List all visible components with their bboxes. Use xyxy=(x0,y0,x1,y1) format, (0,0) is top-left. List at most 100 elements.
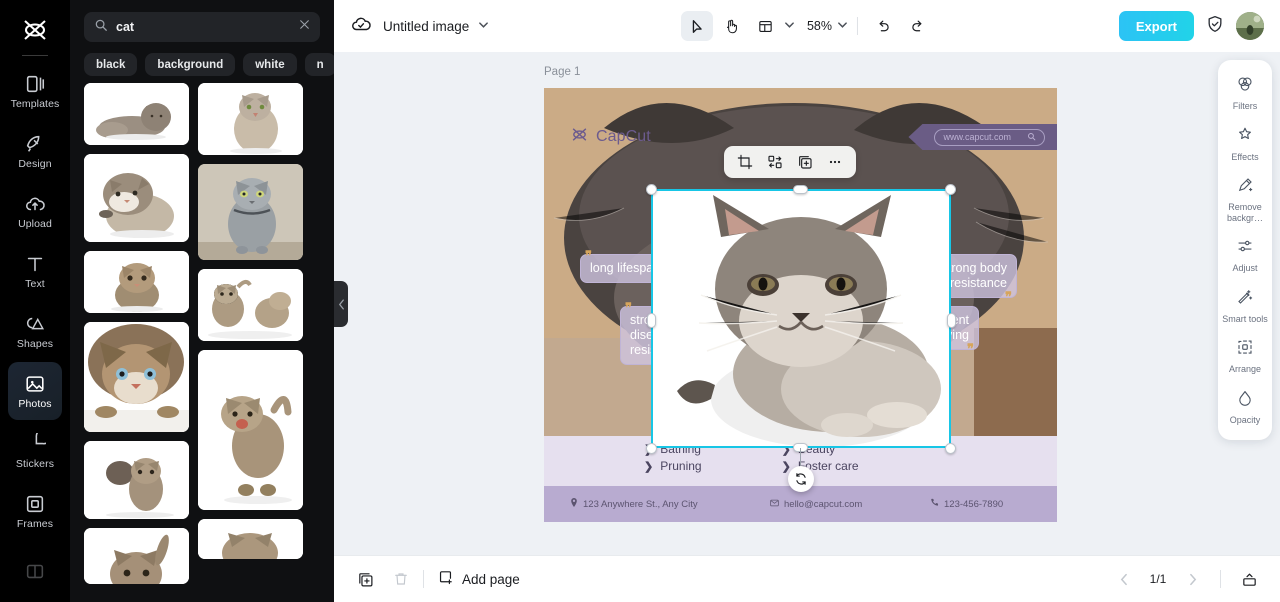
tool-opacity[interactable]: Opacity xyxy=(1218,382,1272,433)
rotate-handle[interactable] xyxy=(788,466,814,492)
document-title[interactable]: Untitled image xyxy=(383,19,469,34)
feature-item: ❯ Pruning xyxy=(644,459,702,473)
photo-thumbnail[interactable] xyxy=(84,83,189,145)
tool-smart-tools[interactable]: Smart tools xyxy=(1218,281,1272,332)
crop-button[interactable] xyxy=(732,149,758,175)
tagline-text: strong body resistance xyxy=(941,261,1007,290)
sidebar-item-label: Templates xyxy=(10,97,60,110)
sidebar-item-stickers[interactable]: Stickers xyxy=(8,422,62,480)
photo-thumbnail[interactable] xyxy=(198,269,303,341)
export-button[interactable]: Export xyxy=(1118,11,1194,41)
layout-chevron-down-icon[interactable] xyxy=(784,17,795,35)
resize-handle-middle-left[interactable] xyxy=(647,313,656,328)
redo-button[interactable] xyxy=(901,11,933,41)
page-label: Page 1 xyxy=(544,66,581,78)
cloud-saved-icon[interactable] xyxy=(350,13,372,40)
chevron-down-icon[interactable] xyxy=(478,17,489,35)
artboard-brand: CapCut xyxy=(570,126,651,148)
tool-label: Arrange xyxy=(1228,364,1262,374)
phone-icon xyxy=(930,498,939,510)
footer-address-text: 123 Anywhere St., Any City xyxy=(583,498,698,510)
duplicate-page-button[interactable] xyxy=(350,564,380,594)
canvas-stage[interactable]: Page 1 CapCut www.capcut.com ❞ long life… xyxy=(334,52,1280,555)
sidebar-item-photos[interactable]: Photos xyxy=(8,362,62,420)
layout-tool-button[interactable] xyxy=(749,11,781,41)
next-page-button[interactable] xyxy=(1177,564,1207,594)
tool-effects[interactable]: Effects xyxy=(1218,119,1272,170)
sidebar-item-frames[interactable]: Frames xyxy=(8,482,62,540)
page-navigation: 1/1 xyxy=(1109,564,1264,594)
panel-collapse-handle[interactable] xyxy=(334,281,348,327)
delete-page-button[interactable] xyxy=(386,564,416,594)
photo-thumbnail[interactable] xyxy=(84,154,189,242)
capcut-logo-icon[interactable] xyxy=(12,8,58,52)
prev-page-button[interactable] xyxy=(1109,564,1139,594)
resize-handle-top-left[interactable] xyxy=(646,184,657,195)
bottom-bar: Add page 1/1 xyxy=(334,555,1280,602)
tool-label: Adjust xyxy=(1232,263,1258,273)
search-box[interactable] xyxy=(84,12,320,42)
present-button[interactable] xyxy=(1234,564,1264,594)
zoom-chevron-down-icon[interactable] xyxy=(837,17,848,35)
sidebar-item-design[interactable]: Design xyxy=(8,122,62,180)
chip-black[interactable]: black xyxy=(84,53,138,76)
tool-adjust[interactable]: Adjust xyxy=(1218,230,1272,281)
zoom-level[interactable]: 58% xyxy=(800,19,835,33)
search-input[interactable] xyxy=(116,20,290,34)
more-options-button[interactable] xyxy=(822,149,848,175)
sidebar-item-upload[interactable]: Upload xyxy=(8,182,62,240)
photo-thumbnail[interactable] xyxy=(198,350,303,510)
sidebar-item-label: Design xyxy=(18,157,52,170)
photo-thumbnail[interactable] xyxy=(198,83,303,155)
add-page-label: Add page xyxy=(462,571,520,587)
tool-label: Smart tools xyxy=(1222,313,1268,324)
tool-arrange[interactable]: Arrange xyxy=(1218,331,1272,382)
tool-label: Effects xyxy=(1231,151,1259,162)
resize-handle-middle-right[interactable] xyxy=(947,313,956,328)
user-avatar[interactable] xyxy=(1236,12,1264,40)
resize-handle-top-center[interactable] xyxy=(793,185,808,194)
duplicate-button[interactable] xyxy=(792,149,818,175)
chip-white[interactable]: white xyxy=(243,53,297,76)
photo-thumbnail[interactable] xyxy=(84,251,189,313)
templates-icon xyxy=(24,73,46,95)
tool-remove-background[interactable]: Remove backgr… xyxy=(1218,169,1272,230)
photo-grid-column xyxy=(198,83,303,589)
photo-thumbnail[interactable] xyxy=(198,164,303,260)
design-icon xyxy=(24,133,46,155)
photo-thumbnail[interactable] xyxy=(84,441,189,519)
add-page-button[interactable]: Add page xyxy=(437,569,520,589)
footer-email-text: hello@capcut.com xyxy=(784,498,863,510)
arrange-icon xyxy=(1236,338,1254,361)
smart-tools-icon xyxy=(1236,288,1254,311)
sidebar-item-shapes[interactable]: Shapes xyxy=(8,302,62,360)
resize-handle-bottom-left[interactable] xyxy=(646,443,657,454)
chip-background[interactable]: background xyxy=(145,53,236,76)
replace-button[interactable] xyxy=(762,149,788,175)
select-tool-button[interactable] xyxy=(680,11,713,41)
photo-thumbnail[interactable] xyxy=(84,528,189,584)
chip-partial[interactable]: n xyxy=(304,53,334,76)
tool-filters[interactable]: Filters xyxy=(1218,68,1272,119)
effects-icon xyxy=(1236,126,1254,149)
feature-label: Pruning xyxy=(660,459,702,473)
sidebar-item-text[interactable]: Text xyxy=(8,242,62,300)
resize-handle-top-right[interactable] xyxy=(945,184,956,195)
artboard-website-text: www.capcut.com xyxy=(943,132,1011,142)
resize-handle-bottom-right[interactable] xyxy=(945,443,956,454)
photos-icon xyxy=(24,373,46,395)
sidebar-item-more[interactable] xyxy=(8,542,62,600)
canvas-tools: 58% xyxy=(680,11,933,41)
footer-email: hello@capcut.com xyxy=(770,499,930,510)
sidebar-item-templates[interactable]: Templates xyxy=(8,62,62,120)
shield-icon[interactable] xyxy=(1205,14,1225,39)
photo-thumbnail[interactable] xyxy=(84,322,189,432)
clear-search-icon[interactable] xyxy=(298,18,311,36)
location-icon xyxy=(570,498,578,510)
hand-tool-button[interactable] xyxy=(715,11,747,41)
tool-label: Remove backgr… xyxy=(1226,202,1263,223)
artboard-website-pill: www.capcut.com xyxy=(934,128,1045,146)
undo-button[interactable] xyxy=(867,11,899,41)
photo-thumbnail[interactable] xyxy=(198,519,303,559)
capcut-logo-icon xyxy=(570,126,589,148)
